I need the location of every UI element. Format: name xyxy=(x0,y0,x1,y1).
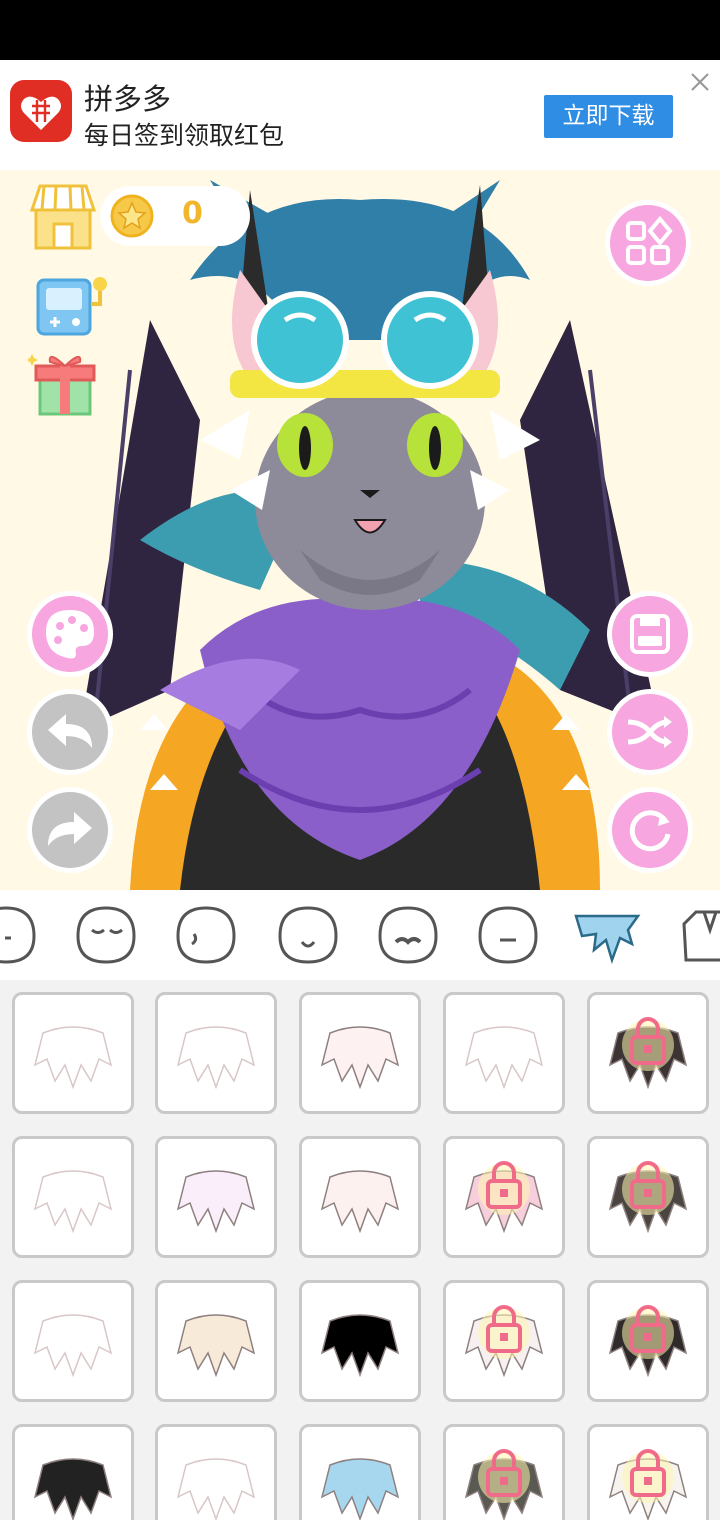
item-cell[interactable] xyxy=(443,992,565,1114)
item-preview xyxy=(33,1314,113,1378)
categories-grid-icon xyxy=(626,215,673,265)
categories-button[interactable] xyxy=(610,205,686,281)
redo-icon xyxy=(48,812,92,846)
category-mustache-face[interactable] xyxy=(372,900,442,970)
item-cell[interactable] xyxy=(155,1136,277,1258)
item-preview xyxy=(608,1305,688,1378)
item-preview xyxy=(33,1458,113,1520)
pinduoduo-logo xyxy=(10,80,72,142)
item-cell[interactable] xyxy=(12,1136,134,1258)
item-cell[interactable] xyxy=(155,992,277,1114)
coin-count: 0 xyxy=(182,196,203,231)
gacha-machine-icon[interactable] xyxy=(36,274,112,338)
item-cell[interactable] xyxy=(587,992,709,1114)
item-cell[interactable] xyxy=(12,992,134,1114)
item-preview xyxy=(608,1161,688,1234)
gift-icon[interactable] xyxy=(28,348,104,418)
item-cell[interactable] xyxy=(155,1280,277,1402)
save-icon xyxy=(630,614,670,654)
item-cell[interactable] xyxy=(443,1424,565,1520)
item-preview xyxy=(320,1314,400,1378)
item-cell[interactable] xyxy=(12,1424,134,1520)
redo-button[interactable] xyxy=(32,792,108,868)
reset-button[interactable] xyxy=(612,792,688,868)
close-icon[interactable] xyxy=(686,68,714,96)
item-cell[interactable] xyxy=(587,1424,709,1520)
item-preview xyxy=(464,1449,544,1520)
ad-banner[interactable]: 拼多多 每日签到领取红包 立即下载 ⌃⌃ 广告 xyxy=(0,60,720,233)
item-preview xyxy=(608,1449,688,1520)
item-preview xyxy=(320,1026,400,1090)
item-cell[interactable] xyxy=(299,1424,421,1520)
category-neck-fur[interactable] xyxy=(572,900,642,970)
item-cell[interactable] xyxy=(587,1280,709,1402)
item-cell[interactable] xyxy=(12,1280,134,1402)
item-cell[interactable] xyxy=(443,1280,565,1402)
item-preview xyxy=(176,1026,256,1090)
item-preview xyxy=(176,1170,256,1234)
lock-icon xyxy=(622,1017,674,1071)
item-preview xyxy=(464,1026,544,1090)
side-face-icon xyxy=(176,906,236,964)
neck-fur-icon xyxy=(574,914,641,964)
lock-icon xyxy=(478,1305,530,1359)
shuffle-button[interactable] xyxy=(612,694,688,770)
category-face-shape-1[interactable] xyxy=(0,900,40,970)
ad-download-button[interactable]: 立即下载 xyxy=(544,95,673,138)
ad-app-name: 拼多多 xyxy=(84,82,172,116)
sleepy-face-icon xyxy=(478,906,538,964)
category-eyes-closed-face[interactable] xyxy=(70,900,140,970)
smile-face-icon xyxy=(278,906,338,964)
item-preview xyxy=(464,1305,544,1378)
character-preview: 0 xyxy=(0,170,720,890)
item-preview xyxy=(33,1170,113,1234)
item-cell[interactable] xyxy=(587,1136,709,1258)
item-cell[interactable] xyxy=(155,1424,277,1520)
lock-icon xyxy=(478,1449,530,1503)
undo-icon xyxy=(48,714,92,748)
item-preview xyxy=(33,1026,113,1090)
item-cell[interactable] xyxy=(299,1136,421,1258)
category-strip[interactable] xyxy=(0,890,720,980)
lock-icon xyxy=(478,1161,530,1215)
palette-button[interactable] xyxy=(32,596,108,672)
lock-icon xyxy=(622,1305,674,1359)
item-cell[interactable] xyxy=(299,992,421,1114)
palette-icon xyxy=(46,610,94,659)
eyes-closed-face-icon xyxy=(76,906,136,964)
ad-subtitle: 每日签到领取红包 xyxy=(84,121,285,150)
item-preview xyxy=(176,1314,256,1378)
category-side-face[interactable] xyxy=(170,900,240,970)
item-preview xyxy=(464,1161,544,1234)
face-shape-1-icon xyxy=(0,906,36,964)
item-preview xyxy=(608,1017,688,1090)
reset-icon xyxy=(629,810,671,852)
category-sleepy-face[interactable] xyxy=(472,900,542,970)
undo-button[interactable] xyxy=(32,694,108,770)
category-clothing[interactable] xyxy=(676,900,720,970)
item-cell[interactable] xyxy=(299,1280,421,1402)
status-bar xyxy=(0,0,720,60)
lock-icon xyxy=(622,1161,674,1215)
item-grid[interactable] xyxy=(0,980,720,1520)
shop-icon[interactable] xyxy=(30,182,96,250)
item-preview xyxy=(320,1170,400,1234)
item-preview xyxy=(176,1458,256,1520)
lock-icon xyxy=(622,1449,674,1503)
save-button[interactable] xyxy=(612,596,688,672)
mustache-face-icon xyxy=(378,906,438,964)
category-smile-face[interactable] xyxy=(272,900,342,970)
item-cell[interactable] xyxy=(443,1136,565,1258)
coin-icon xyxy=(110,194,154,238)
clothing-icon xyxy=(682,910,720,962)
shuffle-icon xyxy=(627,716,672,748)
item-preview xyxy=(320,1458,400,1520)
